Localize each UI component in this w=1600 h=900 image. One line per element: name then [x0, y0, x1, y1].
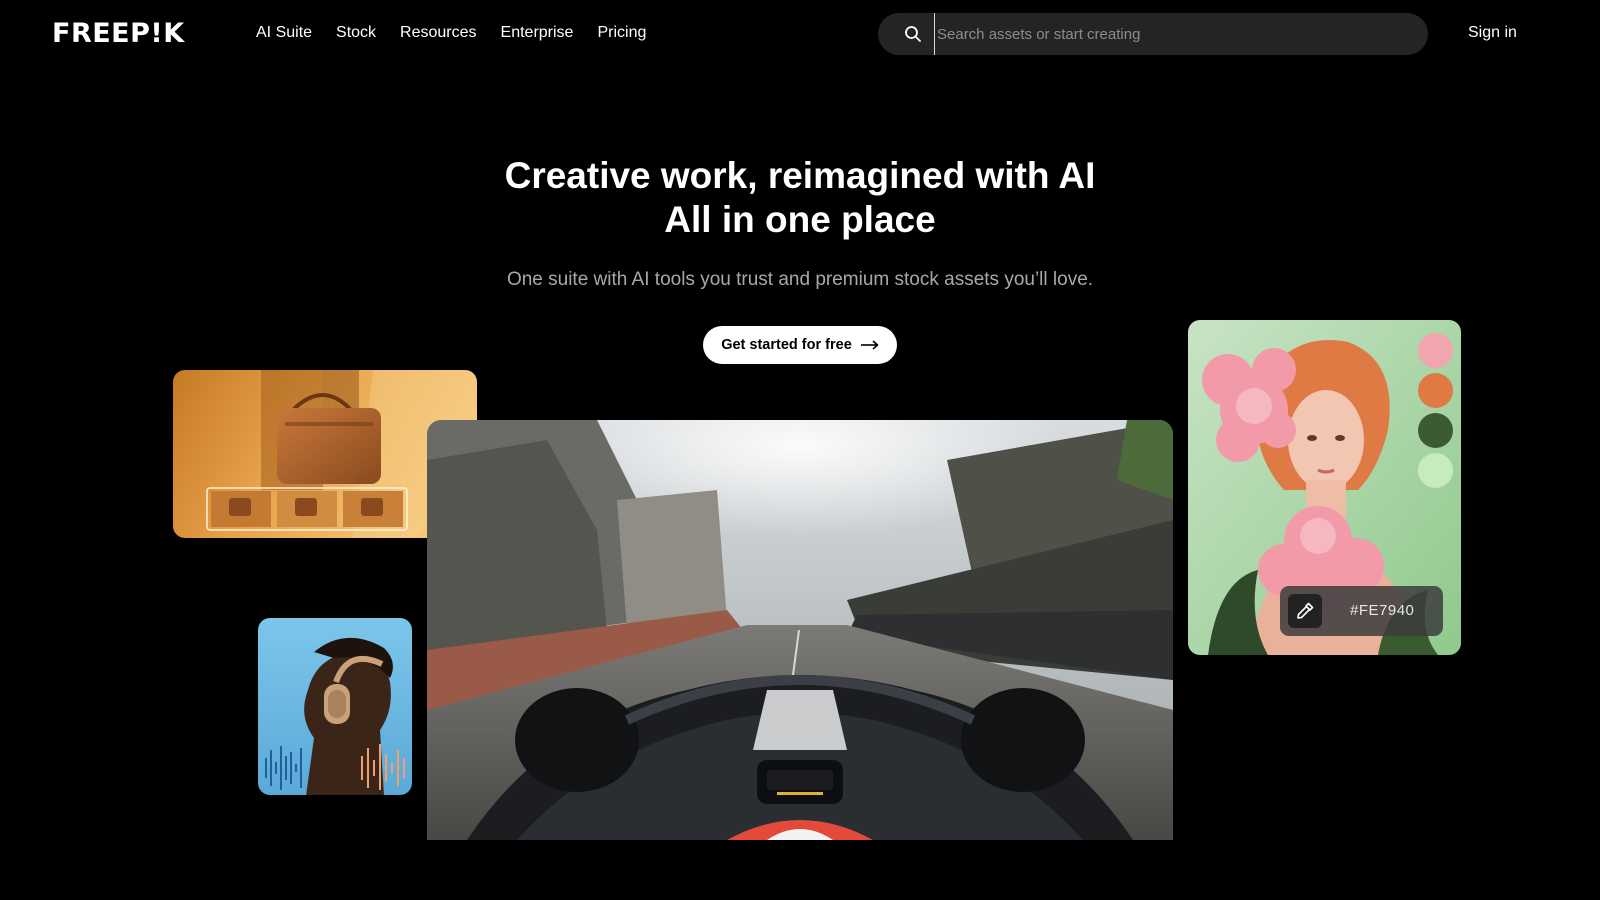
- nav-enterprise[interactable]: Enterprise: [501, 22, 574, 44]
- swatch-orange[interactable]: [1418, 373, 1453, 408]
- racing-car-image: [427, 420, 1173, 840]
- color-picker-chip[interactable]: #FE7940: [1280, 586, 1443, 636]
- color-palette: [1418, 333, 1453, 488]
- sign-in-link[interactable]: Sign in: [1468, 22, 1517, 44]
- get-started-label: Get started for free: [721, 337, 852, 353]
- nav-pricing[interactable]: Pricing: [597, 22, 646, 44]
- hero-title-line-1: Creative work, reimagined with AI: [504, 155, 1096, 196]
- hero-title: Creative work, reimagined with AI All in…: [0, 154, 1600, 242]
- headphones-image: [258, 618, 412, 795]
- search-icon: [905, 26, 921, 42]
- nav-ai-suite[interactable]: AI Suite: [256, 22, 312, 44]
- swatch-dark-green[interactable]: [1418, 413, 1453, 448]
- arrow-right-icon: [860, 340, 879, 350]
- color-hex-code: #FE7940: [1350, 602, 1415, 619]
- site-header: FREEP!K AI Suite Stock Resources Enterpr…: [0, 0, 1600, 68]
- get-started-button[interactable]: Get started for free: [703, 326, 897, 364]
- eyedropper-icon[interactable]: [1288, 594, 1322, 628]
- search-bar[interactable]: [878, 13, 1428, 55]
- hero-title-line-2: All in one place: [664, 199, 936, 240]
- swatch-pink[interactable]: [1418, 333, 1453, 368]
- racing-video-card[interactable]: [427, 420, 1173, 840]
- freepik-logo[interactable]: FREEP!K: [52, 18, 185, 50]
- headphones-audio-card[interactable]: [258, 618, 412, 795]
- search-input[interactable]: [934, 13, 1404, 55]
- hero-subtitle: One suite with AI tools you trust and pr…: [506, 269, 1094, 290]
- nav-stock[interactable]: Stock: [336, 22, 376, 44]
- main-nav: AI Suite Stock Resources Enterprise Pric…: [256, 22, 646, 44]
- nav-resources[interactable]: Resources: [400, 22, 476, 44]
- swatch-light-green[interactable]: [1418, 453, 1453, 488]
